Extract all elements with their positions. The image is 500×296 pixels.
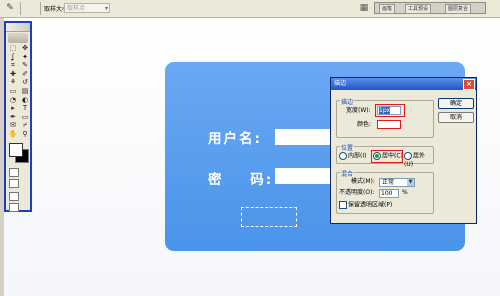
eyedropper-icon[interactable]: ⌿ xyxy=(19,121,31,130)
mode-label: 模式(M): xyxy=(351,178,375,185)
dialog-titlebar[interactable]: 描边 × xyxy=(331,78,476,90)
dialog-title: 描边 xyxy=(334,80,347,87)
opacity-value: 100 xyxy=(381,190,393,197)
username-label: 用户名: xyxy=(208,131,262,147)
separator xyxy=(40,2,41,15)
tool-grid: ⬚ ✥ ʆ ✦ ⌗ ✎ ✚ ✐ ⚘ ↺ ▭ ▤ ◔ ◐ ▸ T ✒ ▭ ✉ ⌿ ✋ ⚲ xyxy=(6,44,30,139)
stroke-group: 描边 宽度(W): 1px 颜色: xyxy=(336,97,434,138)
marquee-selection[interactable] xyxy=(241,207,297,227)
palette-tab-layer-comps[interactable]: 图层复合 xyxy=(445,4,472,14)
close-icon[interactable]: × xyxy=(463,79,475,90)
blend-group-title: 混合 xyxy=(340,169,355,178)
pen-icon[interactable]: ✒ xyxy=(7,113,19,122)
password-label: 密 码: xyxy=(208,172,274,188)
color-swatches xyxy=(7,141,29,165)
sample-size-value: 取样点 xyxy=(67,5,86,12)
toolbox: ⬚ ✥ ʆ ✦ ⌗ ✎ ✚ ✐ ⚘ ↺ ▭ ▤ ◔ ◐ ▸ T ✒ ▭ ✉ ⌿ ✋ ⚲ xyxy=(4,21,32,212)
opacity-label: 不透明度(O): xyxy=(339,189,375,196)
magic-wand-icon[interactable]: ✦ xyxy=(19,53,31,62)
dodge-icon[interactable]: ◐ xyxy=(19,96,31,105)
shape-icon[interactable]: ▭ xyxy=(19,113,31,122)
notes-icon[interactable]: ✉ xyxy=(7,121,19,130)
separator xyxy=(20,2,21,15)
mode-value: 正常 xyxy=(382,179,395,186)
lasso-icon[interactable]: ʆ xyxy=(7,53,19,62)
chevron-down-icon: ▾ xyxy=(104,5,108,12)
hand-icon[interactable]: ✋ xyxy=(7,130,19,139)
options-bar: ✎ 取样大小: 取样点 ▾ ▦ 画笔 工具预设 图层复合 xyxy=(0,0,500,18)
preserve-option[interactable]: 保留透明区域(P) xyxy=(339,201,392,210)
path-select-icon[interactable]: ▸ xyxy=(7,104,19,113)
username-field xyxy=(275,129,333,145)
photoshop-logo[interactable] xyxy=(8,33,28,43)
position-group-title: 位置 xyxy=(340,143,355,152)
healing-icon[interactable]: ✚ xyxy=(7,70,19,79)
history-brush-icon[interactable]: ↺ xyxy=(19,78,31,87)
highlight-box xyxy=(371,150,403,163)
inside-radio[interactable] xyxy=(339,152,347,160)
sample-size-dropdown[interactable]: 取样点 ▾ xyxy=(64,3,110,13)
cancel-button[interactable]: 取消 xyxy=(438,112,474,123)
stroke-dialog: 描边 × 描边 宽度(W): 1px 颜色: 位置 内部(I) 居中(C) 居外… xyxy=(330,77,477,224)
crop-icon[interactable]: ⌗ xyxy=(7,61,19,70)
preserve-label: 保留透明区域(P) xyxy=(348,201,393,209)
foreground-color-swatch[interactable] xyxy=(9,142,23,157)
brush-icon[interactable]: ✎ xyxy=(3,2,17,14)
color-label: 颜色: xyxy=(357,121,372,128)
inside-label: 内部(I) xyxy=(348,152,367,160)
outside-radio[interactable] xyxy=(404,152,412,160)
palette-well: 画笔 工具预设 图层复合 xyxy=(374,2,486,14)
screen-modes xyxy=(6,191,30,215)
opacity-unit: % xyxy=(402,189,408,196)
toolbox-titlebar[interactable] xyxy=(6,23,30,32)
inside-option[interactable]: 内部(I) xyxy=(339,152,366,161)
marquee-icon[interactable]: ⬚ xyxy=(7,44,19,53)
width-label: 宽度(W): xyxy=(346,107,371,114)
full-screen-icon[interactable] xyxy=(9,202,19,212)
opacity-input[interactable]: 100 xyxy=(379,189,399,198)
stamp-icon[interactable]: ⚘ xyxy=(7,78,19,87)
stroke-group-title: 描边 xyxy=(340,97,355,106)
eraser-icon[interactable]: ▭ xyxy=(7,87,19,96)
palette-tab-brushes[interactable]: 画笔 xyxy=(379,4,396,14)
position-group: 位置 内部(I) 居中(C) 居外(U) xyxy=(336,143,434,168)
highlight-box xyxy=(375,104,405,117)
gradient-icon[interactable]: ▤ xyxy=(19,87,31,96)
color-swatch[interactable] xyxy=(377,120,401,129)
file-browser-icon[interactable]: ▦ xyxy=(358,2,370,14)
mask-modes xyxy=(6,167,30,191)
standard-screen-icon[interactable] xyxy=(9,191,19,201)
zoom-icon[interactable]: ⚲ xyxy=(19,130,31,139)
password-field xyxy=(275,168,333,184)
slice-icon[interactable]: ✎ xyxy=(19,61,31,70)
move-icon[interactable]: ✥ xyxy=(19,44,31,53)
quickmask-mode-icon[interactable] xyxy=(9,178,19,188)
ok-button[interactable]: 确定 xyxy=(438,98,474,109)
standard-mode-icon[interactable] xyxy=(9,167,19,177)
preserve-checkbox[interactable] xyxy=(339,201,347,209)
chevron-down-icon: ▼ xyxy=(407,179,414,186)
blend-group: 混合 模式(M): 正常 ▼ 不透明度(O): 100 % 保留透明区域(P) xyxy=(336,169,434,214)
type-icon[interactable]: T xyxy=(19,104,31,113)
outside-option[interactable]: 居外(U) xyxy=(404,152,433,169)
blur-icon[interactable]: ◔ xyxy=(7,96,19,105)
mode-select[interactable]: 正常 ▼ xyxy=(379,178,415,187)
palette-tab-tool-presets[interactable]: 工具预设 xyxy=(405,4,432,14)
brush-icon[interactable]: ✐ xyxy=(19,70,31,79)
